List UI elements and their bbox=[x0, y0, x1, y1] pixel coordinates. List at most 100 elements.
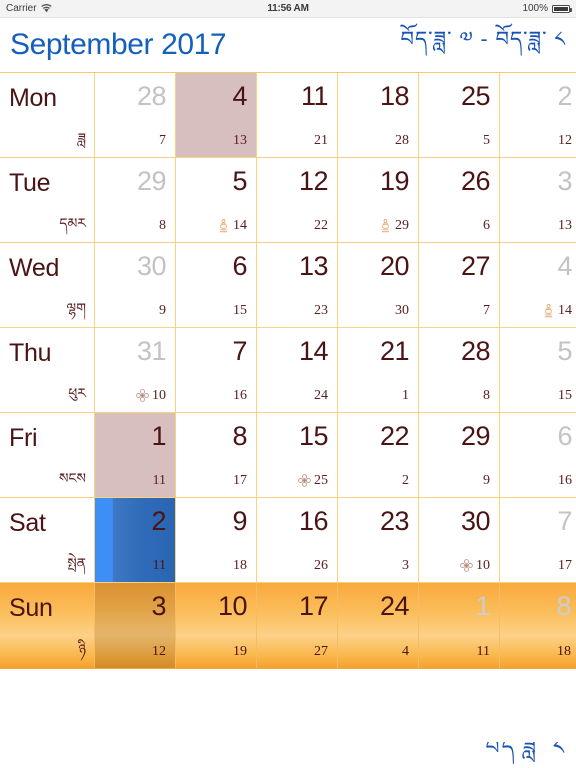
gregorian-date: 18 bbox=[379, 81, 410, 111]
tibetan-lunar-day-group: 13 bbox=[558, 219, 572, 233]
calendar-day-cell[interactable]: 12 22 bbox=[257, 158, 338, 242]
gregorian-date: 28 bbox=[136, 81, 167, 111]
calendar-day-cell[interactable]: 30 9 bbox=[95, 243, 176, 327]
tibetan-lunar-day-group: 23 bbox=[314, 304, 328, 318]
calendar-day-cell[interactable]: 29 8 bbox=[95, 158, 176, 242]
calendar-day-cell[interactable]: 2 12 bbox=[500, 73, 576, 157]
calendar-day-cell[interactable]: 7 16 bbox=[176, 328, 257, 412]
gregorian-date: 29 bbox=[460, 421, 491, 451]
calendar-day-cell[interactable]: 25 5 bbox=[419, 73, 500, 157]
gregorian-date: 9 bbox=[232, 506, 247, 536]
calendar-day-cell[interactable]: 211 bbox=[338, 328, 419, 412]
calendar-day-cell[interactable]: 211 bbox=[95, 498, 176, 582]
calendar-day-cell[interactable]: 31 10 bbox=[95, 328, 176, 412]
gregorian-date: 5 bbox=[557, 336, 572, 366]
calendar-day-cell[interactable]: 8 17 bbox=[176, 413, 257, 497]
gregorian-date: 27 bbox=[460, 251, 491, 281]
gregorian-date: 2 bbox=[557, 81, 572, 111]
calendar-day-cell[interactable]: 1 11 bbox=[95, 413, 176, 497]
gregorian-date: 23 bbox=[379, 506, 410, 536]
tibetan-lunar-day-group: 25 bbox=[298, 474, 328, 488]
calendar-day-cell[interactable]: 9 18 bbox=[176, 498, 257, 582]
treasure-vase-icon bbox=[542, 304, 555, 318]
gregorian-date: 7 bbox=[232, 336, 247, 366]
tibetan-lunar-date: 25 bbox=[314, 473, 328, 488]
calendar-day-cell[interactable]: 3 13 bbox=[500, 158, 576, 242]
weekday-name-tibetan: དམར bbox=[59, 215, 86, 231]
tibetan-lunar-date: 9 bbox=[159, 303, 166, 318]
calendar-day-cell[interactable]: 4 13 bbox=[176, 73, 257, 157]
gregorian-date: 26 bbox=[460, 166, 491, 196]
calendar-day-cell[interactable]: 6 15 bbox=[176, 243, 257, 327]
tibetan-lunar-date: 11 bbox=[476, 644, 490, 659]
weekday-name-en: Wed bbox=[9, 254, 60, 282]
calendar-day-cell[interactable]: 5 14 bbox=[176, 158, 257, 242]
calendar-day-cell[interactable]: 28 8 bbox=[419, 328, 500, 412]
calendar-week-row: Fri སངས 1 11 8 17 15 25 22 2 29 9 6 16 bbox=[0, 413, 576, 498]
calendar-day-cell[interactable]: 16 26 bbox=[257, 498, 338, 582]
calendar-day-cell[interactable]: 1 11 bbox=[419, 583, 500, 668]
calendar-day-cell[interactable]: 11 21 bbox=[257, 73, 338, 157]
tibetan-lunar-day-group: 18 bbox=[233, 559, 247, 573]
tibetan-lunar-date: 22 bbox=[314, 218, 328, 233]
gregorian-date: 4 bbox=[232, 81, 247, 111]
calendar-day-cell[interactable]: 6 16 bbox=[500, 413, 576, 497]
tibetan-lunar-day-group: 5 bbox=[483, 134, 490, 148]
calendar-day-cell[interactable]: 20 30 bbox=[338, 243, 419, 327]
calendar-day-cell[interactable]: 17 27 bbox=[257, 583, 338, 668]
tibetan-lunar-day-group: 18 bbox=[557, 645, 571, 659]
calendar-day-cell[interactable]: 8 18 bbox=[500, 583, 576, 668]
tibetan-lunar-date: 9 bbox=[483, 473, 490, 488]
tibetan-lunar-date: 8 bbox=[483, 388, 490, 403]
tibetan-lunar-day-group: 30 bbox=[395, 304, 409, 318]
calendar-day-cell[interactable]: 13 23 bbox=[257, 243, 338, 327]
gregorian-date: 20 bbox=[379, 251, 410, 281]
tibetan-lunar-date: 21 bbox=[314, 133, 328, 148]
tibetan-lunar-day-group: 1 bbox=[402, 389, 409, 403]
tibetan-lunar-date: 12 bbox=[558, 133, 572, 148]
treasure-vase-icon bbox=[217, 219, 230, 233]
calendar-grid[interactable]: Mon ཟླ 28 7 4 13 11 21 18 28 25 5 2 12 Tue དམར 29 8 5 14 12 2… bbox=[0, 72, 576, 669]
calendar-day-cell[interactable]: 23 3 bbox=[338, 498, 419, 582]
tibetan-lunar-day-group: 24 bbox=[314, 389, 328, 403]
calendar-day-cell[interactable]: 22 2 bbox=[338, 413, 419, 497]
calendar-day-cell[interactable]: 5 15 bbox=[500, 328, 576, 412]
calendar-day-cell[interactable]: 3 12 bbox=[95, 583, 176, 668]
calendar-day-cell[interactable]: 28 7 bbox=[95, 73, 176, 157]
tibetan-lunar-date: 10 bbox=[476, 558, 490, 573]
calendar-day-cell[interactable]: 27 7 bbox=[419, 243, 500, 327]
calendar-day-cell[interactable]: 4 14 bbox=[500, 243, 576, 327]
gregorian-date: 24 bbox=[379, 591, 410, 621]
weekday-name-en: Sat bbox=[9, 509, 46, 537]
tibetan-lunar-date: 10 bbox=[152, 388, 166, 403]
tibetan-lunar-date: 1 bbox=[402, 388, 409, 403]
weekday-name-tibetan: ཟླ bbox=[77, 130, 86, 146]
weekday-name-tibetan: སངས bbox=[59, 470, 86, 486]
tibetan-lunar-day-group: 28 bbox=[395, 134, 409, 148]
gregorian-date: 30 bbox=[460, 506, 491, 536]
tibetan-lunar-day-group: 2 bbox=[402, 474, 409, 488]
tibetan-lunar-day-group: 14 bbox=[542, 304, 572, 318]
tibetan-lunar-day-group: 16 bbox=[558, 474, 572, 488]
tibetan-lunar-date: 18 bbox=[233, 558, 247, 573]
tibetan-lunar-date: 16 bbox=[558, 473, 572, 488]
calendar-day-cell[interactable]: 29 9 bbox=[419, 413, 500, 497]
gregorian-date: 11 bbox=[300, 81, 329, 111]
calendar-day-cell[interactable]: 26 6 bbox=[419, 158, 500, 242]
calendar-day-cell[interactable]: 24 4 bbox=[338, 583, 419, 668]
gregorian-date: 8 bbox=[232, 421, 247, 451]
calendar-day-cell[interactable]: 7 17 bbox=[500, 498, 576, 582]
calendar-day-cell[interactable]: 30 10 bbox=[419, 498, 500, 582]
tibetan-lunar-date: 3 bbox=[402, 558, 409, 573]
gregorian-date: 13 bbox=[298, 251, 329, 281]
flower-knot-icon bbox=[136, 389, 149, 403]
tibetan-lunar-date: 17 bbox=[233, 473, 247, 488]
gregorian-date: 6 bbox=[557, 421, 572, 451]
calendar-day-cell[interactable]: 19 29 bbox=[338, 158, 419, 242]
tibetan-lunar-day-group: 11 bbox=[153, 474, 166, 488]
calendar-day-cell[interactable]: 15 25 bbox=[257, 413, 338, 497]
calendar-day-cell[interactable]: 10 19 bbox=[176, 583, 257, 668]
calendar-day-cell[interactable]: 18 28 bbox=[338, 73, 419, 157]
calendar-week-row: Mon ཟླ 28 7 4 13 11 21 18 28 25 5 2 12 bbox=[0, 73, 576, 158]
calendar-day-cell[interactable]: 14 24 bbox=[257, 328, 338, 412]
